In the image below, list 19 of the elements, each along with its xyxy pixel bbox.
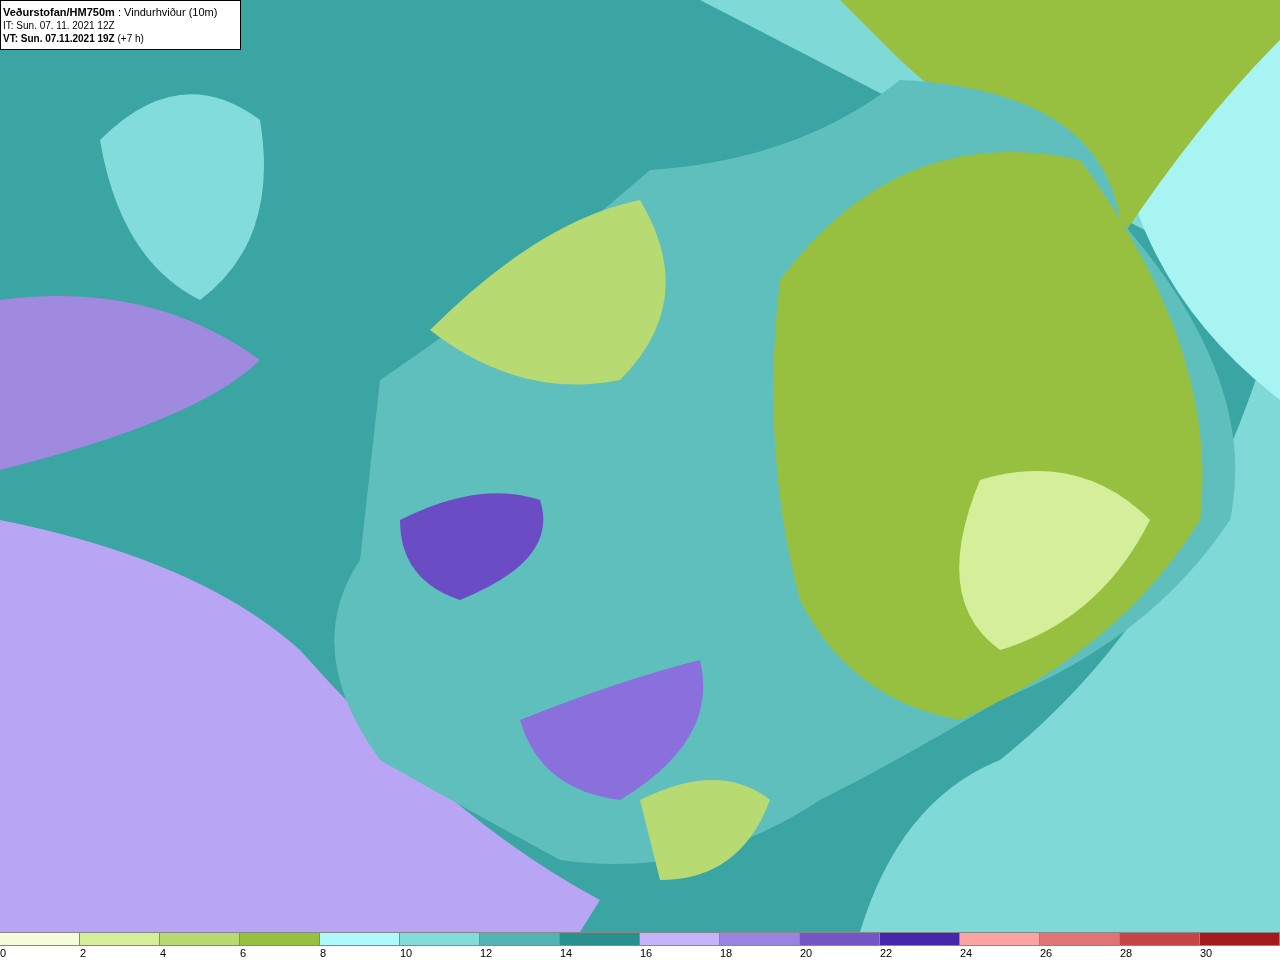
legend-label: 16: [640, 946, 653, 960]
legend-label: 18: [720, 946, 733, 960]
legend-label: 4: [160, 946, 167, 960]
map-title: Veðurstofan/HM750m : Vindurhviður (10m): [3, 5, 219, 19]
legend-label: 22: [880, 946, 893, 960]
time-info: VT: Sun. 07.11.2021 19Z (+7 h): [3, 32, 145, 45]
legend-label: 0: [0, 946, 7, 960]
legend-label: 20: [800, 946, 813, 960]
legend-label: 14: [560, 946, 573, 960]
time-info: IT: Sun. 07. 11. 2021 12Z: [3, 19, 116, 32]
legend-label: 10: [400, 946, 413, 960]
legend-label: 2: [80, 946, 87, 960]
legend-label: 26: [1040, 946, 1053, 960]
legend-label: 30: [1200, 946, 1213, 960]
legend-label: 28: [1120, 946, 1133, 960]
legend-label: 24: [960, 946, 973, 960]
legend-label: 6: [240, 946, 247, 960]
legend-label: 12: [480, 946, 493, 960]
legend-label: 8: [320, 946, 327, 960]
